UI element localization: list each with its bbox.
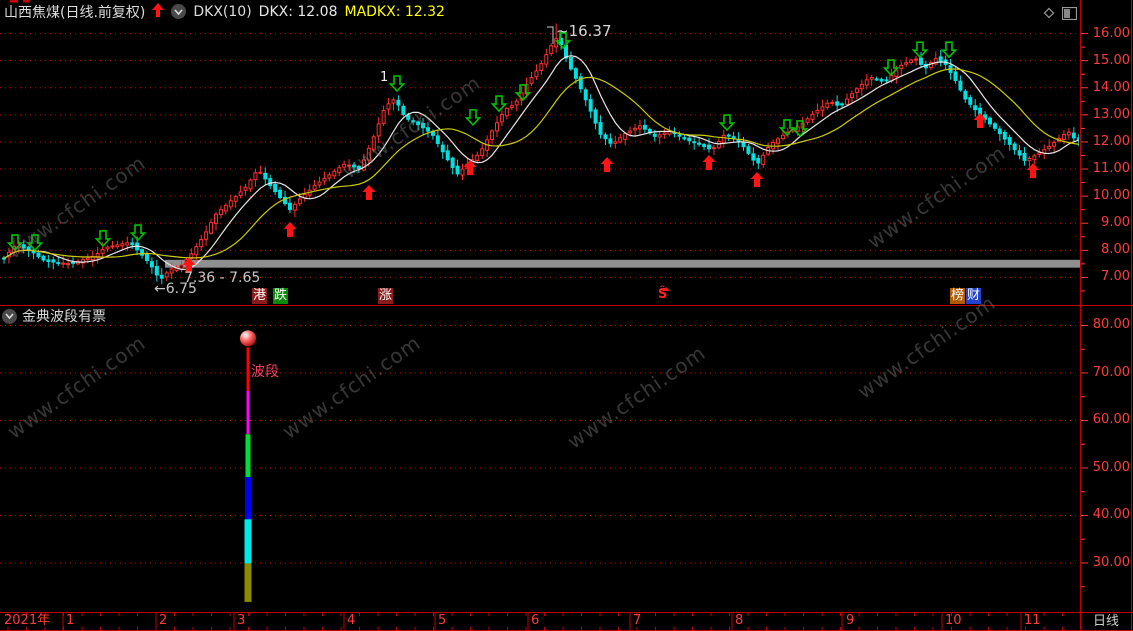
watermark: www.cfchi.com [862, 140, 1011, 254]
main-y-axis-label: 7.00 [1101, 269, 1130, 285]
ex-rights-marker: Ŝ [658, 287, 668, 302]
x-axis-label: 2021年 [4, 613, 51, 628]
panel-layout-icon[interactable] [1061, 5, 1078, 24]
market-badge[interactable]: 榜 [950, 288, 966, 304]
x-axis-label: 1 [66, 613, 75, 628]
market-badge[interactable]: 涨 [378, 288, 394, 304]
x-axis-label: 11 [1024, 613, 1041, 628]
overlay-layer: 山西焦煤(日线.前复权) DKX(10) DKX: 12.08 MADKX: 1… [0, 0, 1133, 631]
up-arrow-icon [152, 2, 165, 21]
low-price-annotation: ←6.75 [154, 281, 197, 297]
market-badge[interactable]: 港 [252, 288, 268, 304]
x-axis-label: 10 [945, 613, 962, 628]
x-axis-label: 5 [438, 613, 447, 628]
watermark: www.cfchi.com [337, 70, 486, 184]
main-y-axis-label: 15.00 [1092, 52, 1130, 68]
sub-y-axis-label: 70.00 [1092, 364, 1130, 380]
x-axis-label: 9 [846, 613, 855, 628]
stock-title: 山西焦煤(日线.前复权) [4, 4, 146, 21]
watermark: www.cfchi.com [562, 340, 711, 454]
main-y-axis-label: 12.00 [1092, 133, 1130, 149]
high-price-annotation: ~16.37 [556, 22, 612, 40]
x-axis-label: 4 [347, 613, 356, 628]
app-window: 山西焦煤(日线.前复权) DKX(10) DKX: 12.08 MADKX: 1… [0, 0, 1133, 631]
x-axis-label: 3 [237, 613, 246, 628]
x-axis-label: 7 [633, 613, 642, 628]
band-label: 波段 [251, 364, 279, 380]
chart-header: 山西焦煤(日线.前复权) DKX(10) DKX: 12.08 MADKX: 1… [4, 2, 445, 21]
sub-y-axis-label: 80.00 [1092, 317, 1130, 333]
chevron-down-icon[interactable] [171, 4, 187, 19]
madkx-value: MADKX: 12.32 [344, 3, 445, 20]
dkx-value: DKX: 12.08 [258, 3, 338, 20]
indicator-name: DKX(10) [193, 3, 252, 20]
x-axis-label: 8 [735, 613, 744, 628]
sub-y-axis-label: 40.00 [1092, 507, 1130, 523]
period-selector[interactable]: 日线 [1081, 613, 1131, 630]
main-y-axis-label: 11.00 [1092, 161, 1130, 177]
watermark: www.cfchi.com [852, 290, 1001, 404]
main-y-axis-label: 8.00 [1101, 242, 1130, 258]
main-y-axis-label: 10.00 [1092, 188, 1130, 204]
diamond-icon[interactable] [1042, 5, 1056, 24]
x-axis-label: 2 [159, 613, 168, 628]
sub-panel-title: 金典波段有票 [22, 309, 106, 325]
sub-y-axis-label: 50.00 [1092, 459, 1130, 475]
chevron-down-icon[interactable] [2, 308, 17, 324]
main-y-axis-label: 13.00 [1092, 106, 1130, 122]
main-y-axis-label: 9.00 [1101, 215, 1130, 231]
sub-panel-header: 金典波段有票 [2, 306, 106, 326]
watermark: www.cfchi.com [2, 150, 151, 264]
watermark: www.cfchi.com [277, 330, 426, 444]
header-tools [1042, 5, 1078, 24]
x-axis-label: 6 [531, 613, 540, 628]
main-y-axis-label: 14.00 [1092, 79, 1130, 95]
sub-y-axis-label: 60.00 [1092, 412, 1130, 428]
main-y-axis-label: 16.00 [1092, 25, 1130, 41]
sub-y-axis-label: 30.00 [1092, 554, 1130, 570]
market-badge[interactable]: 跌 [273, 288, 289, 304]
count-label: 1 [380, 70, 389, 85]
watermark: www.cfchi.com [2, 330, 151, 444]
